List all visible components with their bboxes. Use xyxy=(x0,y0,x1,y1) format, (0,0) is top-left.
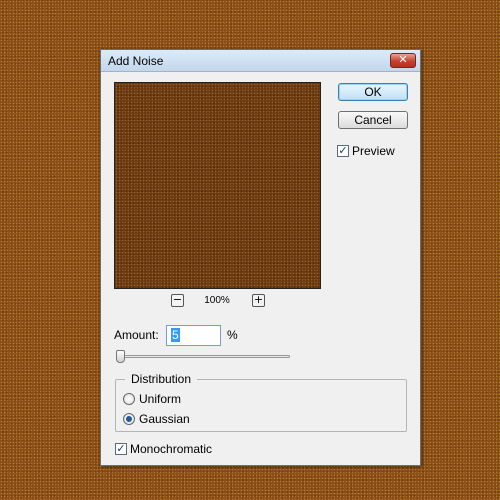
zoom-in-button[interactable]: + xyxy=(252,294,265,307)
close-icon[interactable]: ✕ xyxy=(390,53,416,68)
distribution-group-label: Distribution xyxy=(125,372,198,386)
cancel-button[interactable]: Cancel xyxy=(338,111,408,129)
amount-unit: % xyxy=(227,328,238,342)
amount-slider-track[interactable] xyxy=(118,355,290,358)
zoom-out-button[interactable]: − xyxy=(171,294,184,307)
amount-input[interactable]: 5 xyxy=(166,325,221,346)
dialog-title: Add Noise xyxy=(108,54,164,68)
preview-checkbox-label[interactable]: Preview xyxy=(352,144,395,158)
monochromatic-checkbox[interactable]: ✓ xyxy=(115,443,127,455)
uniform-radio[interactable] xyxy=(123,393,135,405)
amount-slider-thumb[interactable] xyxy=(116,350,125,363)
title-bar[interactable]: Add Noise ✕ xyxy=(101,50,420,72)
add-noise-dialog: Add Noise ✕ − 100% + OK Cancel ✓ Preview… xyxy=(100,49,421,466)
noise-preview-image[interactable] xyxy=(114,82,321,289)
uniform-radio-label[interactable]: Uniform xyxy=(139,392,181,406)
gaussian-radio-label[interactable]: Gaussian xyxy=(139,412,190,426)
monochromatic-checkbox-label[interactable]: Monochromatic xyxy=(130,442,212,456)
ok-button[interactable]: OK xyxy=(338,83,408,101)
preview-checkbox[interactable]: ✓ xyxy=(337,145,349,157)
amount-value: 5 xyxy=(171,328,180,342)
amount-label: Amount: xyxy=(114,328,159,342)
gaussian-radio[interactable] xyxy=(123,413,135,425)
zoom-level: 100% xyxy=(204,295,230,306)
